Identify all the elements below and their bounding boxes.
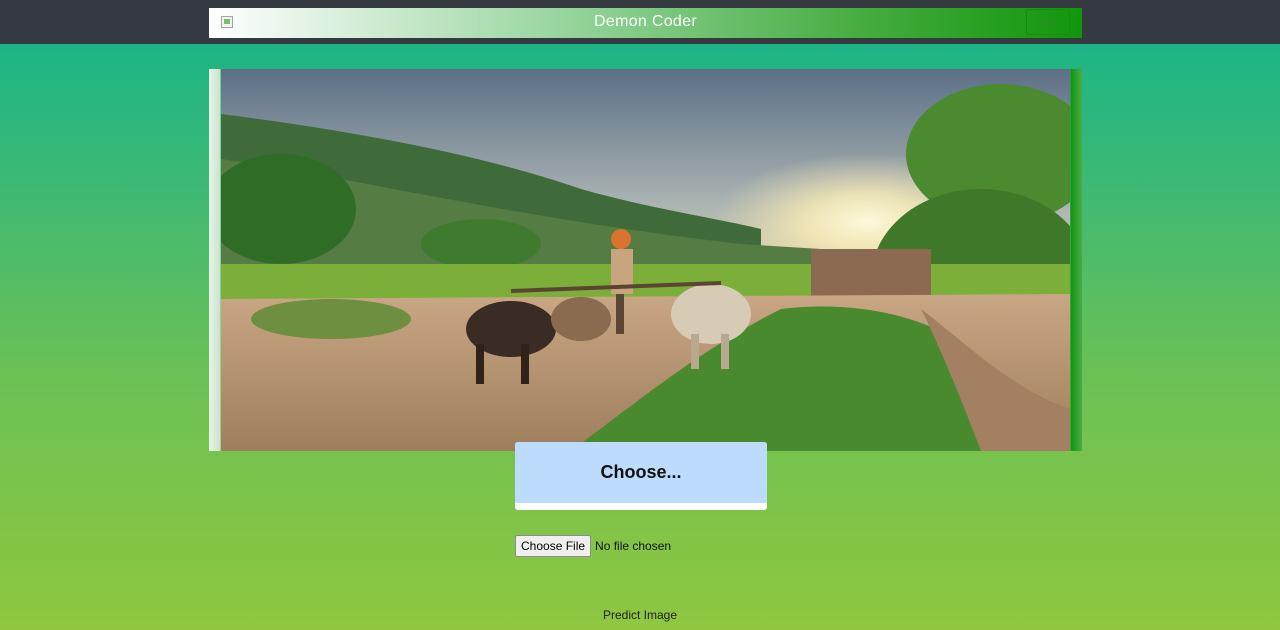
file-input[interactable]: Choose File No file chosen bbox=[515, 535, 671, 557]
file-choose-card[interactable]: Choose... bbox=[515, 442, 767, 510]
navbar-banner: Demon Coder Help bbox=[209, 8, 1082, 38]
file-status-text: No file chosen bbox=[595, 539, 672, 553]
hero-banner bbox=[209, 69, 1082, 451]
choose-label[interactable]: Choose... bbox=[515, 442, 767, 503]
choose-file-button[interactable]: Choose File bbox=[515, 535, 592, 557]
brand-title: Demon Coder bbox=[594, 13, 697, 30]
hero-image bbox=[221, 69, 1070, 451]
help-button[interactable]: Help bbox=[1026, 9, 1070, 35]
predict-image-label[interactable]: Predict Image bbox=[0, 608, 1280, 622]
top-navbar: Demon Coder Help bbox=[0, 0, 1280, 44]
